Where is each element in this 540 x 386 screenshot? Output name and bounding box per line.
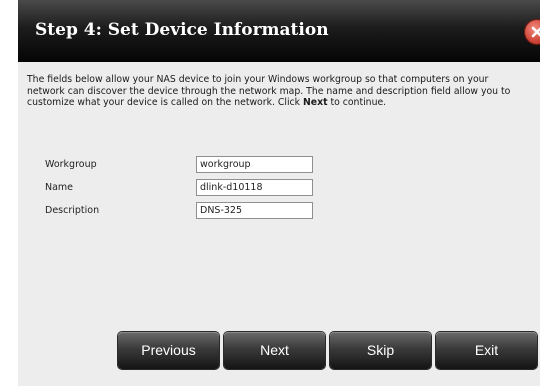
intro-text-bold: Next xyxy=(302,97,328,108)
dialog-title: Step 4: Set Device Information xyxy=(35,20,329,40)
intro-text-part1: The fields below allow your NAS device t… xyxy=(27,74,511,108)
close-icon xyxy=(531,26,540,38)
name-label: Name xyxy=(45,182,74,193)
setup-wizard-dialog: Step 4: Set Device Information The field… xyxy=(18,0,540,386)
workgroup-input[interactable] xyxy=(196,156,313,173)
intro-text: The fields below allow your NAS device t… xyxy=(27,74,527,109)
next-button[interactable]: Next xyxy=(224,332,325,369)
description-label: Description xyxy=(45,205,100,216)
dialog-titlebar: Step 4: Set Device Information xyxy=(18,0,540,62)
description-input[interactable] xyxy=(196,202,313,219)
exit-button[interactable]: Exit xyxy=(436,332,537,369)
intro-text-part2: to continue. xyxy=(327,97,387,108)
skip-button[interactable]: Skip xyxy=(330,332,431,369)
close-button[interactable] xyxy=(525,20,540,44)
previous-button[interactable]: Previous xyxy=(118,332,219,369)
workgroup-label: Workgroup xyxy=(45,159,97,170)
name-input[interactable] xyxy=(196,179,313,196)
